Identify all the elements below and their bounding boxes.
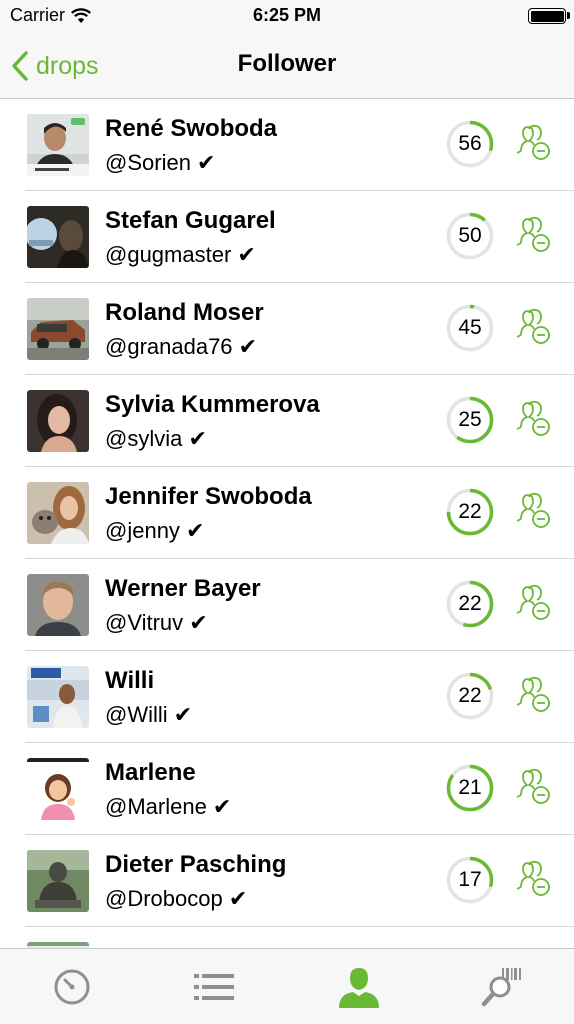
- score-value: 45: [458, 316, 482, 339]
- tab-list[interactable]: [144, 949, 288, 1024]
- user-name: Jennifer Swoboda: [105, 483, 312, 510]
- user-handle: @Willi ✔: [105, 702, 193, 727]
- page-title: Follower: [237, 50, 337, 77]
- score-ring: 22: [445, 487, 495, 537]
- score-value: 22: [458, 684, 482, 707]
- follower-row[interactable]: René Swoboda @Sorien ✔ 56: [0, 99, 574, 191]
- score-ring: 56: [445, 119, 495, 169]
- follower-list[interactable]: René Swoboda @Sorien ✔ 56 Stefan Gugarel…: [0, 99, 574, 948]
- follower-row-partial[interactable]: [0, 927, 574, 948]
- avatar: [27, 574, 89, 636]
- unfollow-user-icon[interactable]: [513, 123, 553, 163]
- user-name: René Swoboda: [105, 115, 278, 142]
- status-time: 6:25 PM: [252, 5, 322, 25]
- user-name: Werner Bayer: [105, 575, 261, 602]
- user-handle: @Vitruv ✔: [105, 610, 208, 635]
- follower-row[interactable]: Willi @Willi ✔ 22: [0, 651, 574, 743]
- follower-row[interactable]: Dieter Pasching @Drobocop ✔ 17: [0, 835, 574, 927]
- tab-bar: [0, 948, 574, 1024]
- person-icon: [338, 968, 379, 1008]
- score-ring: 21: [445, 763, 495, 813]
- user-name: Stefan Gugarel: [105, 207, 276, 234]
- avatar: [27, 850, 89, 912]
- score-ring: 17: [445, 855, 495, 905]
- score-value: 56: [458, 132, 482, 155]
- unfollow-user-icon[interactable]: [513, 491, 553, 531]
- unfollow-user-icon[interactable]: [513, 215, 553, 255]
- user-name: Willi: [105, 667, 155, 694]
- clock-icon: [54, 969, 90, 1005]
- avatar: [27, 482, 89, 544]
- search-barcode-icon: [482, 968, 522, 1007]
- tab-search[interactable]: [431, 949, 574, 1024]
- tab-people[interactable]: [287, 949, 431, 1024]
- status-bar: Carrier 6:25 PM: [0, 0, 574, 32]
- user-name: Marlene: [105, 759, 196, 786]
- tab-timeline[interactable]: [0, 949, 144, 1024]
- list-icon: [194, 974, 235, 1000]
- follower-row[interactable]: Marlene @Marlene ✔ 21: [0, 743, 574, 835]
- battery-icon: [528, 8, 566, 24]
- avatar: [27, 206, 89, 268]
- user-handle: @Sorien ✔: [105, 150, 216, 175]
- score-ring: 50: [445, 211, 495, 261]
- score-value: 17: [458, 868, 482, 891]
- unfollow-user-icon[interactable]: [513, 859, 553, 899]
- follower-row[interactable]: Werner Bayer @Vitruv ✔ 22: [0, 559, 574, 651]
- score-value: 50: [458, 224, 482, 247]
- follower-row[interactable]: Stefan Gugarel @gugmaster ✔ 50: [0, 191, 574, 283]
- avatar: [27, 390, 89, 452]
- follower-row[interactable]: Jennifer Swoboda @jenny ✔ 22: [0, 467, 574, 559]
- user-handle: @granada76 ✔: [105, 334, 258, 359]
- user-handle: @gugmaster ✔: [105, 242, 256, 267]
- score-ring: 45: [445, 303, 495, 353]
- follower-row[interactable]: Roland Moser @granada76 ✔ 45: [0, 283, 574, 375]
- user-name: Roland Moser: [105, 299, 264, 326]
- avatar: [27, 298, 89, 360]
- unfollow-user-icon[interactable]: [513, 675, 553, 715]
- avatar: [27, 666, 89, 728]
- user-name: Dieter Pasching: [105, 851, 287, 878]
- avatar: [27, 114, 89, 176]
- user-handle: @Marlene ✔: [105, 794, 232, 819]
- score-ring: 25: [445, 395, 495, 445]
- score-ring: 22: [445, 671, 495, 721]
- unfollow-user-icon[interactable]: [513, 399, 553, 439]
- unfollow-user-icon[interactable]: [513, 307, 553, 347]
- user-handle: @sylvia ✔: [105, 426, 207, 451]
- avatar: [27, 758, 89, 820]
- unfollow-user-icon[interactable]: [513, 767, 553, 807]
- battery-tip: [567, 12, 570, 19]
- unfollow-user-icon[interactable]: [513, 583, 553, 623]
- user-handle: @Drobocop ✔: [105, 886, 248, 911]
- score-value: 22: [458, 592, 482, 615]
- user-name: Sylvia Kummerova: [105, 391, 320, 418]
- score-value: 25: [458, 408, 482, 431]
- score-ring: 22: [445, 579, 495, 629]
- navigation-bar: drops Follower: [0, 32, 574, 99]
- score-value: 22: [458, 500, 482, 523]
- score-value: 21: [458, 776, 482, 799]
- user-handle: @jenny ✔: [105, 518, 205, 543]
- follower-row[interactable]: Sylvia Kummerova @sylvia ✔ 25: [0, 375, 574, 467]
